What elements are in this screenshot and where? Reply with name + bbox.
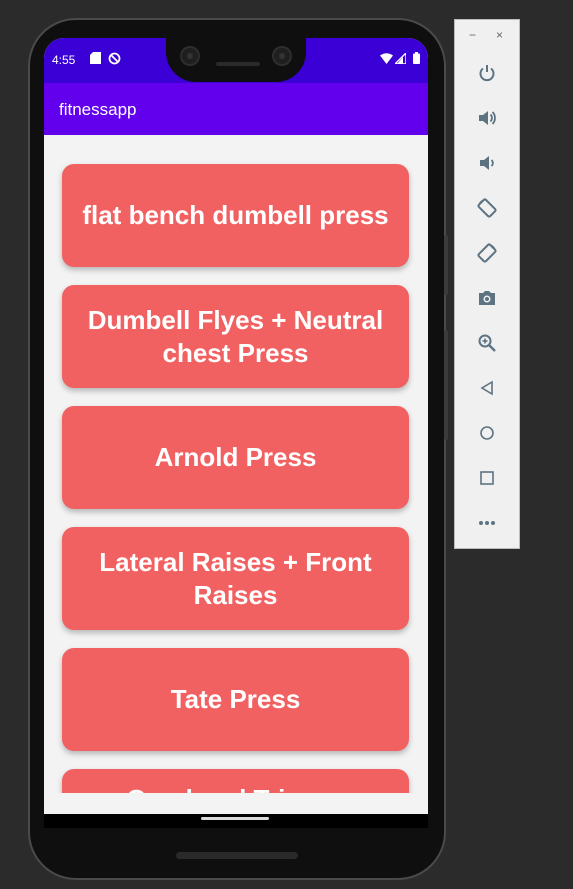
exercise-list[interactable]: flat bench dumbell press Dumbell Flyes +… [44,135,428,793]
exercise-label: Tate Press [170,684,301,714]
exercise-label: Arnold Press [154,442,317,472]
wifi-icon [379,51,393,65]
do-not-disturb-icon [107,51,121,65]
overview-icon[interactable] [474,465,500,491]
exercise-card[interactable]: Dumbell Flyes + Neutral chest Press [62,285,409,388]
rotate-right-icon[interactable] [474,240,500,266]
sd-card-icon [88,51,102,65]
device-screen: 4:55 fitnessapp flat bench dumbell press… [44,38,428,814]
back-icon[interactable] [474,375,500,401]
exercise-card[interactable]: Tate Press [62,648,409,751]
bottom-speaker [176,852,298,859]
battery-icon [409,51,423,65]
exercise-card[interactable]: flat bench dumbell press [62,164,409,267]
volume-up-icon[interactable] [474,105,500,131]
zoom-icon[interactable] [474,330,500,356]
navigation-bar [44,793,428,814]
exercise-card[interactable]: Overhead Triceps Extension [62,769,409,793]
status-bar: 4:55 [44,38,428,83]
rotate-left-icon[interactable] [474,195,500,221]
more-icon[interactable] [474,510,500,536]
minimize-button[interactable]: − [469,28,476,42]
camera-icon[interactable] [474,285,500,311]
front-camera-icon [180,46,200,66]
home-icon[interactable] [474,420,500,446]
status-time: 4:55 [52,53,76,67]
power-icon[interactable] [474,60,500,86]
gesture-home-handle[interactable] [201,817,269,820]
earpiece-speaker [216,62,260,66]
close-button[interactable]: × [496,28,503,42]
phone-power-key [444,235,448,295]
exercise-label: flat bench dumbell press [82,200,389,230]
cellular-signal-icon [393,51,407,65]
camera-notch [166,38,306,82]
exercise-label: Lateral Raises + Front Raises [99,546,372,610]
exercise-card[interactable]: Lateral Raises + Front Raises [62,527,409,630]
app-bar: fitnessapp [44,83,428,135]
exercise-label: Dumbell Flyes + Neutral chest Press [87,304,384,368]
volume-down-icon[interactable] [474,150,500,176]
phone-volume-key [444,330,448,440]
app-title: fitnessapp [59,100,137,119]
exercise-card[interactable]: Arnold Press [62,406,409,509]
front-sensor-icon [272,46,292,66]
exercise-label: Overhead Triceps Extension [80,783,391,793]
emulator-toolbar: − × [454,19,520,549]
